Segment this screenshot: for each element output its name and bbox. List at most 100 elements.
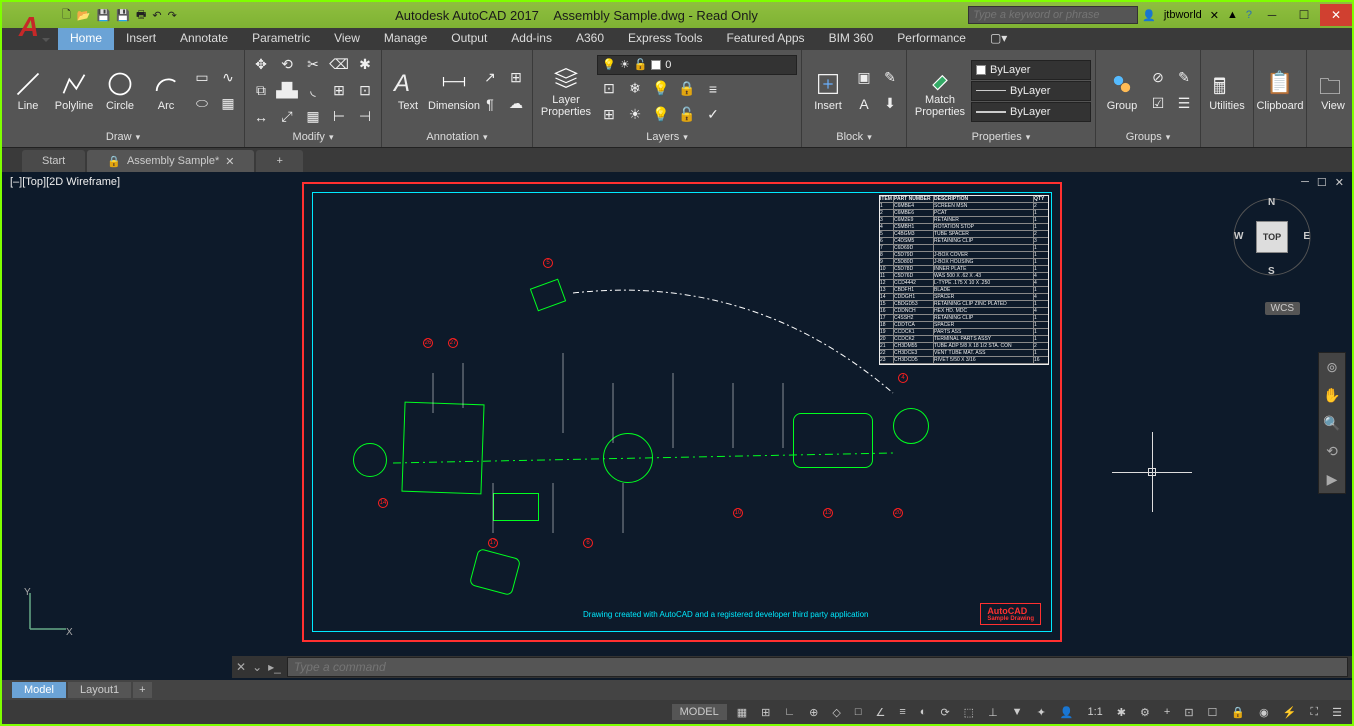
arrayr-icon[interactable]: ▦	[301, 105, 325, 129]
layout-tab-layout1[interactable]: Layout1	[68, 682, 131, 698]
spline-icon[interactable]: ∿	[216, 66, 240, 90]
lineweight-icon[interactable]: ≡	[895, 704, 909, 720]
isodraft-icon[interactable]: ◇	[828, 704, 844, 721]
linetype-dropdown[interactable]: ByLayer	[971, 81, 1091, 101]
layer-dropdown[interactable]: 💡 ☀ 🔓 0	[597, 55, 797, 75]
erase-icon[interactable]: ⌫	[327, 53, 351, 77]
nav-showmotion-icon[interactable]: ▶	[1319, 465, 1345, 493]
scale-button[interactable]: 1:1	[1083, 704, 1106, 720]
edit-block-icon[interactable]: ✎	[878, 66, 902, 90]
circle-button[interactable]: Circle	[98, 56, 142, 126]
wcs-badge[interactable]: WCS	[1265, 302, 1300, 315]
layer-properties-button[interactable]: Layer Properties	[537, 56, 595, 126]
nav-pan-icon[interactable]: ✋	[1319, 381, 1345, 409]
groupedit-icon[interactable]: ✎	[1172, 66, 1196, 90]
mirror-icon[interactable]: ▟▙	[275, 79, 299, 103]
laythw-icon[interactable]: ☀	[623, 103, 647, 127]
file-tab-start[interactable]: Start	[22, 150, 85, 172]
minimize-button[interactable]: ─	[1256, 4, 1288, 26]
arc-button[interactable]: Arc	[144, 56, 188, 126]
maximize-button[interactable]: ☐	[1288, 4, 1320, 26]
lockui-icon[interactable]: 🔒	[1227, 704, 1249, 721]
selection-filter-icon[interactable]: ▼	[1008, 704, 1027, 720]
exchange-icon[interactable]: ✕	[1210, 9, 1219, 22]
ellipse-icon[interactable]: ⬭	[190, 92, 214, 116]
vp-restore-icon[interactable]: ☐	[1317, 176, 1327, 189]
osnap-icon[interactable]: □	[851, 704, 866, 720]
plot-icon[interactable]: 🖶	[136, 6, 146, 25]
polar-icon[interactable]: ⊕	[805, 704, 822, 721]
layoff-icon[interactable]: 💡	[649, 77, 673, 101]
new-tab-button[interactable]: +	[256, 150, 302, 172]
save-icon[interactable]: 💾	[97, 9, 111, 22]
laymch-icon[interactable]: ≡	[701, 77, 725, 101]
file-tab-assembly[interactable]: 🔒Assembly Sample*✕	[87, 150, 254, 172]
break-icon[interactable]: ⊣	[353, 105, 377, 129]
move-icon[interactable]: ✥	[249, 53, 273, 77]
group-button[interactable]: Group	[1100, 56, 1144, 126]
layulk-icon[interactable]: 🔓	[675, 103, 699, 127]
utilities-button[interactable]: 🖩Utilities	[1205, 56, 1249, 126]
tab-bim360[interactable]: BIM 360	[817, 28, 886, 50]
layiso-icon[interactable]: ⊡	[597, 77, 621, 101]
explode-icon[interactable]: ✱	[353, 53, 377, 77]
rotate-icon[interactable]: ⟲	[275, 53, 299, 77]
offset-icon[interactable]: ⊡	[353, 79, 377, 103]
signin-icon[interactable]: 👤	[1142, 9, 1156, 22]
tab-close-icon[interactable]: ✕	[225, 155, 234, 168]
cmd-close-icon[interactable]: ✕	[236, 660, 246, 674]
cloud-icon[interactable]: ☁	[504, 92, 528, 116]
new-icon[interactable]: 🗋	[62, 6, 71, 25]
trim-icon[interactable]: ✂	[301, 53, 325, 77]
layfrz-icon[interactable]: ❄	[623, 77, 647, 101]
isolate-icon[interactable]: ◉	[1255, 704, 1273, 721]
scale-icon[interactable]: ⤢	[275, 105, 299, 129]
layuniso-icon[interactable]: ⊞	[597, 103, 621, 127]
ribbon-collapse-icon[interactable]: ▢▾	[978, 28, 1019, 50]
cmd-recent-icon[interactable]: ⌄	[252, 660, 262, 674]
quickprops-icon[interactable]: ☐	[1204, 704, 1222, 721]
polyline-button[interactable]: Polyline	[52, 56, 96, 126]
saveas-icon[interactable]: 💾	[116, 9, 130, 22]
nav-zoom-icon[interactable]: 🔍	[1319, 409, 1345, 437]
tab-view[interactable]: View	[322, 28, 372, 50]
join-icon[interactable]: ⊢	[327, 105, 351, 129]
status-model-button[interactable]: MODEL	[672, 704, 727, 720]
tab-output[interactable]: Output	[439, 28, 499, 50]
nav-orbit-icon[interactable]: ⟲	[1319, 437, 1345, 465]
fillet-icon[interactable]: ◟	[301, 79, 325, 103]
mtext-icon[interactable]: ¶	[478, 92, 502, 116]
lineweight-dropdown[interactable]: ByLayer	[971, 102, 1091, 122]
vp-close-icon[interactable]: ✕	[1335, 176, 1344, 189]
tab-annotate[interactable]: Annotate	[168, 28, 240, 50]
hardware-icon[interactable]: ⚡	[1279, 704, 1301, 721]
tab-parametric[interactable]: Parametric	[240, 28, 322, 50]
transparency-icon[interactable]: ◐	[916, 704, 931, 720]
command-input[interactable]	[287, 657, 1348, 677]
redo-icon[interactable]: ↷	[168, 9, 177, 22]
laycur-icon[interactable]: ✓	[701, 103, 725, 127]
close-button[interactable]: ✕	[1320, 4, 1352, 26]
wblock-icon[interactable]: ⬇	[878, 92, 902, 116]
laylck-icon[interactable]: 🔒	[675, 77, 699, 101]
open-icon[interactable]: 📂	[77, 9, 91, 22]
help-icon[interactable]: ?	[1246, 9, 1252, 21]
help-search-input[interactable]	[968, 6, 1138, 24]
array-icon[interactable]: ⊞	[327, 79, 351, 103]
tab-insert[interactable]: Insert	[114, 28, 168, 50]
leader-icon[interactable]: ↗	[478, 66, 502, 90]
annomonitor-icon[interactable]: +	[1160, 704, 1174, 720]
a360-icon[interactable]: ▲	[1227, 9, 1238, 21]
otrack-icon[interactable]: ∠	[872, 704, 890, 721]
groupsel-icon[interactable]: ☑	[1146, 92, 1170, 116]
nav-wheel-icon[interactable]: ⊚	[1319, 353, 1345, 381]
dimension-button[interactable]: Dimension	[432, 56, 476, 126]
units-icon[interactable]: ⊡	[1180, 704, 1197, 721]
tab-home[interactable]: Home	[58, 28, 114, 50]
vp-minimize-icon[interactable]: ─	[1301, 176, 1309, 189]
rect-icon[interactable]: ▭	[190, 66, 214, 90]
copy-icon[interactable]: ⧉	[249, 79, 273, 103]
view-button[interactable]: 🗀View	[1311, 56, 1354, 126]
layout-add-button[interactable]: +	[133, 682, 151, 698]
cycling-icon[interactable]: ⟳	[936, 704, 953, 721]
